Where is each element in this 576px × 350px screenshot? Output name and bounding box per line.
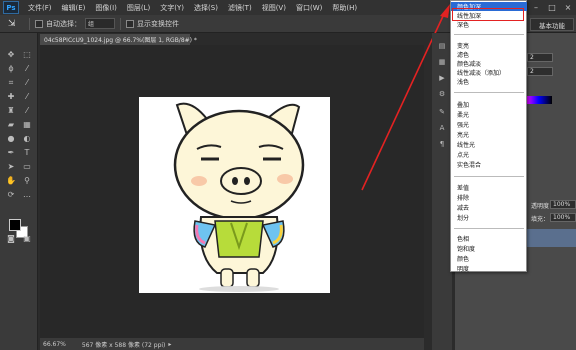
healing-brush-icon[interactable]: ✚	[4, 91, 18, 102]
blend-option-overlay[interactable]: 叠加	[451, 100, 527, 109]
blend-option-difference[interactable]: 差值	[451, 183, 527, 192]
annotation-highlight-box	[452, 8, 524, 21]
blend-option-hard-light[interactable]: 强光	[451, 120, 527, 129]
window-controls: – □ ×	[528, 0, 576, 15]
blend-option-divide[interactable]: 划分	[451, 213, 527, 222]
menu-edit[interactable]: 编辑(E)	[57, 3, 91, 13]
menu-window[interactable]: 窗口(W)	[291, 3, 327, 13]
menu-file[interactable]: 文件(F)	[23, 3, 57, 13]
auto-select-dropdown[interactable]: 组	[85, 18, 115, 29]
move-icon[interactable]: ✥	[4, 49, 18, 60]
document-info: 567 像素 x 588 像素 (72 ppi)	[81, 341, 166, 349]
clone-stamp-icon[interactable]: ♜	[4, 105, 18, 116]
brush-icon[interactable]: ⁄	[20, 91, 34, 102]
brush-presets-icon[interactable]: ▦	[436, 57, 448, 67]
lasso-icon[interactable]: ϕ	[4, 63, 18, 74]
divider	[454, 176, 524, 177]
blend-option-luminosity[interactable]: 明度	[451, 264, 527, 273]
document-canvas[interactable]	[139, 97, 330, 293]
zoom-level[interactable]: 66.67%	[43, 341, 66, 348]
tool-presets-icon[interactable]: ✎	[436, 107, 448, 117]
divider	[120, 17, 121, 30]
divider	[454, 92, 524, 93]
foreground-color-swatch[interactable]	[9, 219, 21, 231]
actions-icon[interactable]: ▶	[436, 73, 448, 83]
blend-option-lighter-color[interactable]: 浅色	[451, 77, 527, 86]
clone-source-icon[interactable]: ⚙	[436, 89, 448, 99]
menu-filter[interactable]: 滤镜(T)	[223, 3, 257, 13]
opacity-input[interactable]: 100%	[550, 200, 576, 209]
maximize-button[interactable]: □	[544, 0, 560, 15]
blend-option-saturation[interactable]: 饱和度	[451, 244, 527, 253]
extra-tools-icon[interactable]: …	[20, 189, 34, 200]
blend-option-pin-light[interactable]: 点光	[451, 150, 527, 159]
fill-label: 填充：	[531, 216, 550, 223]
menu-image[interactable]: 图像(I)	[90, 3, 122, 13]
rectangle-icon[interactable]: ▭	[20, 161, 34, 172]
blend-option-hard-mix[interactable]: 实色混合	[451, 160, 527, 169]
auto-select-label: 自动选择：	[46, 19, 81, 28]
minimize-button[interactable]: –	[528, 0, 544, 15]
blend-option-subtract[interactable]: 减去	[451, 203, 527, 212]
dodge-icon[interactable]: ◐	[20, 133, 34, 144]
history-icon[interactable]: ▤	[436, 41, 448, 51]
blend-option-color-dodge[interactable]: 颜色减淡	[451, 59, 527, 68]
show-transform-label: 显示变换控件	[137, 19, 179, 28]
move-tool-icon[interactable]: ⇲	[8, 18, 24, 30]
gradient-icon[interactable]: ▦	[20, 119, 34, 130]
quick-mask-icon[interactable]: ◙	[4, 233, 18, 244]
path-select-icon[interactable]: ➤	[4, 161, 18, 172]
fill-input[interactable]: 100%	[550, 213, 576, 222]
menu-help[interactable]: 帮助(H)	[327, 3, 362, 13]
character-icon[interactable]: A	[436, 123, 448, 133]
panel-dock: ▤ ▦ ▶ ⚙ ✎ A ¶	[432, 33, 452, 350]
crop-icon[interactable]: ⌗	[4, 77, 18, 88]
divider	[29, 17, 30, 30]
panel-field-2[interactable]: 2	[527, 67, 553, 76]
menu-select[interactable]: 选择(S)	[189, 3, 223, 13]
workspace-button[interactable]: 基本功能	[530, 18, 574, 31]
divider	[454, 34, 524, 35]
eyedropper-icon[interactable]: ⁄	[20, 77, 34, 88]
menu-type[interactable]: 文字(Y)	[155, 3, 189, 13]
blur-icon[interactable]: ●	[4, 133, 18, 144]
auto-select-checkbox[interactable]	[35, 19, 43, 28]
marquee-icon[interactable]: ⬚	[20, 49, 34, 60]
show-transform-checkbox[interactable]	[126, 19, 134, 28]
quick-select-icon[interactable]: ⁄	[20, 63, 34, 74]
panel-field-1[interactable]: 2	[527, 53, 553, 62]
menu-view[interactable]: 视图(V)	[257, 3, 291, 13]
menu-layer[interactable]: 图层(L)	[122, 3, 155, 13]
blend-option-soft-light[interactable]: 柔光	[451, 110, 527, 119]
blend-option-screen[interactable]: 滤色	[451, 50, 527, 59]
status-bar: 66.67% 567 像素 x 588 像素 (72 ppi) ▸	[40, 338, 424, 350]
blend-option-linear-light[interactable]: 线性光	[451, 140, 527, 149]
document-tab[interactable]: 04c58PICcU9_1024.jpg @ 66.7%(图层 1, RGB/8…	[40, 34, 197, 45]
paragraph-icon[interactable]: ¶	[436, 139, 448, 149]
zoom-icon[interactable]: ⚲	[20, 175, 34, 186]
hand-icon[interactable]: ✋	[4, 175, 18, 186]
blend-mode-dropdown: 颜色加深 线性加深 深色 变亮 滤色 颜色减淡 线性减淡（添加） 浅色 叠加 柔…	[450, 0, 527, 273]
pig-illustration	[173, 102, 305, 292]
blend-option-lighten[interactable]: 变亮	[451, 41, 527, 50]
blend-option-darker-color[interactable]: 深色	[451, 20, 527, 29]
eraser-icon[interactable]: ▰	[4, 119, 18, 130]
type-icon[interactable]: T	[20, 147, 34, 158]
divider	[454, 228, 524, 229]
blend-option-linear-dodge[interactable]: 线性减淡（添加）	[451, 68, 527, 77]
photoshop-logo: Ps	[3, 1, 19, 14]
blend-option-exclusion[interactable]: 排除	[451, 193, 527, 202]
status-arrow-icon[interactable]: ▸	[168, 341, 171, 348]
3d-rotate-icon[interactable]: ⟳	[4, 189, 18, 200]
pen-icon[interactable]: ✒	[4, 147, 18, 158]
blend-option-hue[interactable]: 色相	[451, 234, 527, 243]
history-brush-icon[interactable]: ⁄	[20, 105, 34, 116]
tools-panel: ✥ ⬚ ϕ ⁄ ⌗ ⁄ ✚ ⁄ ♜ ⁄ ▰ ▦ ● ◐ ✒ T ➤ ▭ ✋ ⚲ …	[0, 33, 38, 350]
blend-option-color[interactable]: 颜色	[451, 254, 527, 263]
close-button[interactable]: ×	[560, 0, 576, 15]
blend-option-vivid-light[interactable]: 亮光	[451, 130, 527, 139]
screen-mode-icon[interactable]: ▣	[20, 233, 34, 244]
